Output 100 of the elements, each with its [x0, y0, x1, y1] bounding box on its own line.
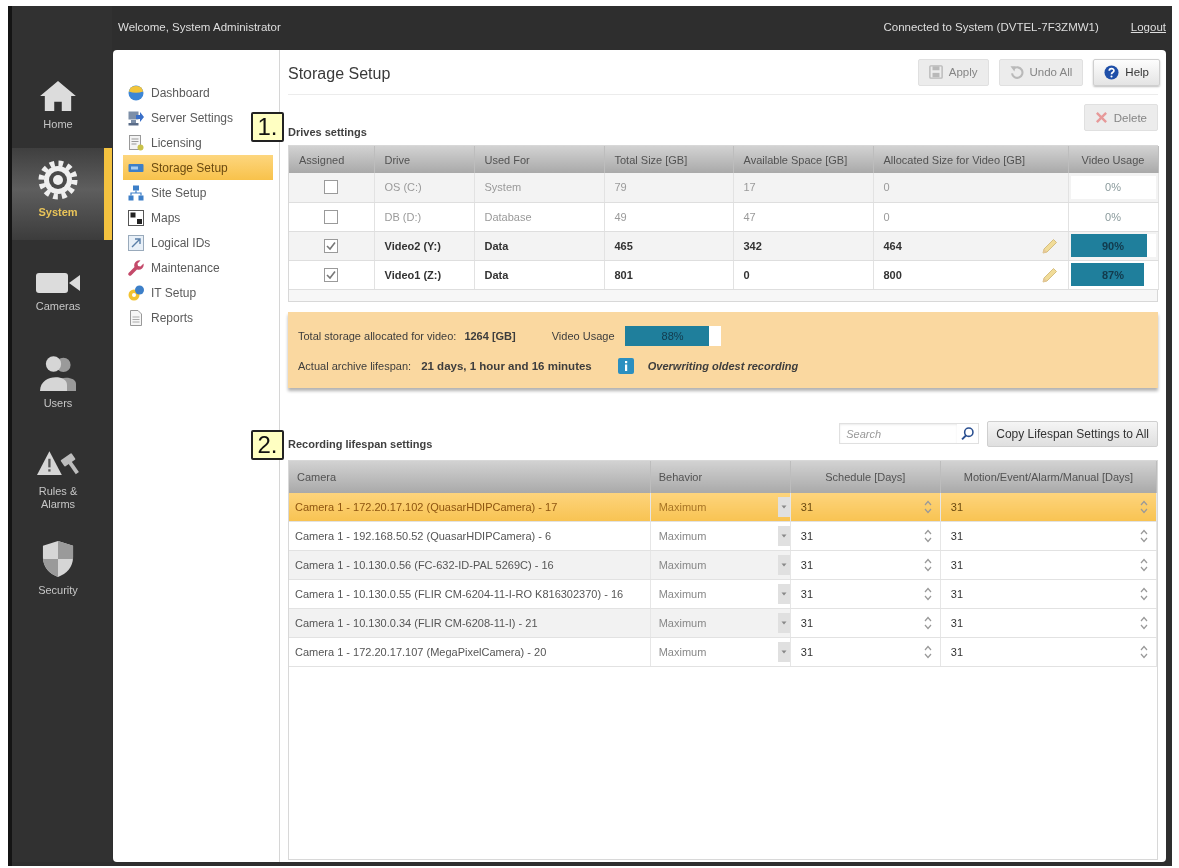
table-row[interactable]: Camera 1 - 192.168.50.52 (QuasarHDIPCamera) - 6 Maximum 31 31: [289, 521, 1157, 551]
checkbox[interactable]: [324, 238, 339, 253]
nav-item[interactable]: Users: [12, 343, 112, 424]
pencil-icon: [1041, 237, 1058, 254]
caret-icon: [777, 584, 790, 604]
table-cell: Camera 1 - 10.130.0.55 (FLIR CM-6204-11-I-RO K816302370) - 16: [289, 579, 651, 609]
sidebar-item[interactable]: Dashboard: [123, 80, 214, 105]
help-icon: [1104, 64, 1120, 80]
spinner-icon: [923, 499, 932, 514]
page-title: Storage Setup: [288, 64, 391, 83]
wrench-icon: [128, 259, 144, 276]
nav-item[interactable]: Cameras: [12, 260, 112, 327]
welcome-text: Welcome, System Administrator: [118, 21, 282, 33]
column-header: Schedule [Days]: [790, 460, 941, 493]
table-cell: 342: [733, 231, 873, 260]
column-header: Allocated Size for Video [GB]: [873, 146, 1068, 173]
sidebar-item[interactable]: Server Settings: [123, 105, 238, 130]
caret-icon: [777, 526, 790, 546]
table-cell: Video2 (Y:): [374, 231, 474, 260]
table-row[interactable]: Camera 1 - 172.20.17.107 (MegaPixelCamera) - 20 Maximum 31 31: [289, 637, 1157, 667]
table-cell: 0: [883, 210, 890, 223]
usage-percent: 87%: [1101, 267, 1125, 283]
summary-value: 21 days, 1 hour and 16 minutes: [421, 359, 592, 372]
spinner-icon: [923, 616, 932, 630]
table-row[interactable]: Camera 1 - 10.130.0.55 (FLIR CM-6204-11-I-RO K816302370) - 16 Maximum 31 31: [289, 579, 1157, 609]
caret-icon: [777, 496, 790, 517]
table-row[interactable]: Camera 1 - 10.130.0.34 (FLIR CM-6208-11-I) - 21 Maximum 31 31: [289, 608, 1157, 638]
checkbox[interactable]: [324, 209, 339, 224]
behavior-dropdown[interactable]: Maximum: [650, 580, 790, 608]
caret-icon: [777, 555, 790, 575]
checkbox[interactable]: [324, 180, 339, 195]
days-field[interactable]: 31: [940, 609, 1156, 637]
sidebar-item[interactable]: Maintenance: [123, 255, 224, 280]
table-cell: Video1 (Z:): [374, 260, 474, 289]
sidebar-item[interactable]: Licensing: [123, 130, 206, 155]
table-cell: 465: [604, 231, 733, 260]
days-field[interactable]: 31: [940, 492, 1156, 521]
days-field[interactable]: 31: [790, 492, 940, 521]
sidebar-item[interactable]: Reports: [123, 305, 198, 330]
column-header: Used For: [474, 146, 604, 173]
sidebar-item[interactable]: IT Setup: [123, 280, 201, 305]
table-cell: 464: [883, 239, 902, 252]
help-button[interactable]: Help: [1093, 58, 1160, 86]
summary-label: Total storage allocated for video:: [298, 329, 457, 342]
behavior-dropdown[interactable]: Maximum: [650, 638, 790, 666]
shield-icon: [42, 540, 74, 578]
nav-item[interactable]: Security: [12, 528, 112, 611]
usage-percent: 0%: [1104, 209, 1122, 225]
column-header: Available Space [GB]: [733, 146, 873, 173]
spinner-icon: [923, 587, 932, 601]
nav-item[interactable]: Rules & Alarms: [12, 438, 112, 525]
table-cell: Camera 1 - 192.168.50.52 (QuasarHDIPCamera) - 6: [289, 521, 651, 551]
step-marker: 2.: [251, 429, 284, 460]
home-icon: [39, 80, 77, 112]
spinner-icon: [1140, 587, 1148, 601]
logout-link[interactable]: Logout: [1130, 21, 1166, 33]
column-header: Drive: [374, 146, 474, 173]
nav-item[interactable]: System: [12, 148, 112, 240]
column-header: Behavior: [650, 460, 791, 493]
sidebar-item[interactable]: Storage Setup: [123, 155, 273, 180]
spinner-icon: [1140, 645, 1148, 659]
days-field[interactable]: 31: [940, 551, 1156, 579]
table-cell: 801: [604, 260, 733, 289]
table-cell: Camera 1 - 10.130.0.34 (FLIR CM-6208-11-I) - 21: [289, 608, 651, 638]
info-icon: [617, 357, 634, 374]
sidebar-item[interactable]: Maps: [123, 205, 185, 230]
step-marker: 1.: [251, 112, 284, 142]
table-cell: Data: [474, 260, 604, 289]
section-title: Drives settings: [288, 126, 367, 140]
nav-item[interactable]: Home: [12, 68, 112, 145]
connection-status: Connected to System (DVTEL-7F3ZMW1): [883, 21, 1099, 33]
copy-settings-button[interactable]: Copy Lifespan Settings to All: [987, 420, 1158, 447]
sidebar-item[interactable]: Logical IDs: [123, 230, 215, 255]
behavior-dropdown[interactable]: Maximum: [650, 522, 790, 550]
gear-icon: [38, 160, 78, 200]
users-icon: [40, 355, 76, 391]
x-mark-icon: [1094, 111, 1108, 124]
table-cell: OS (C:): [374, 173, 474, 202]
spinner-icon: [1140, 616, 1148, 630]
table-cell: 800: [883, 268, 902, 281]
sidebar-item[interactable]: Site Setup: [123, 180, 211, 205]
table-cell: System: [474, 173, 604, 202]
table-row[interactable]: Camera 1 - 10.130.0.56 (FC-632-ID-PAL 5269C) - 16 Maximum 31 31: [289, 550, 1157, 580]
table-cell: DB (D:): [374, 202, 474, 231]
table-cell: Database: [474, 202, 604, 231]
table-cell: 49: [604, 202, 733, 231]
table-row[interactable]: Camera 1 - 172.20.17.102 (QuasarHDIPCamera) - 17 Maximum 31 31: [289, 492, 1157, 522]
column-header: Video Usage: [1068, 146, 1158, 173]
spinner-icon: [923, 645, 932, 659]
video-camera-icon: [36, 272, 80, 294]
days-field[interactable]: 31: [790, 551, 940, 579]
table-cell: 0: [733, 260, 873, 289]
status-text: Overwriting oldest recording: [647, 359, 799, 372]
column-header: Motion/Event/Alarm/Manual [Days]: [940, 460, 1157, 493]
table-cell: Camera 1 - 172.20.17.107 (MegaPixelCamera) - 20: [289, 637, 651, 667]
checkbox[interactable]: [324, 267, 339, 282]
certificate-icon: [128, 134, 144, 151]
days-field[interactable]: 31: [790, 609, 940, 637]
monitor-arrow-icon: [128, 109, 144, 126]
floppy-icon: [928, 65, 943, 79]
